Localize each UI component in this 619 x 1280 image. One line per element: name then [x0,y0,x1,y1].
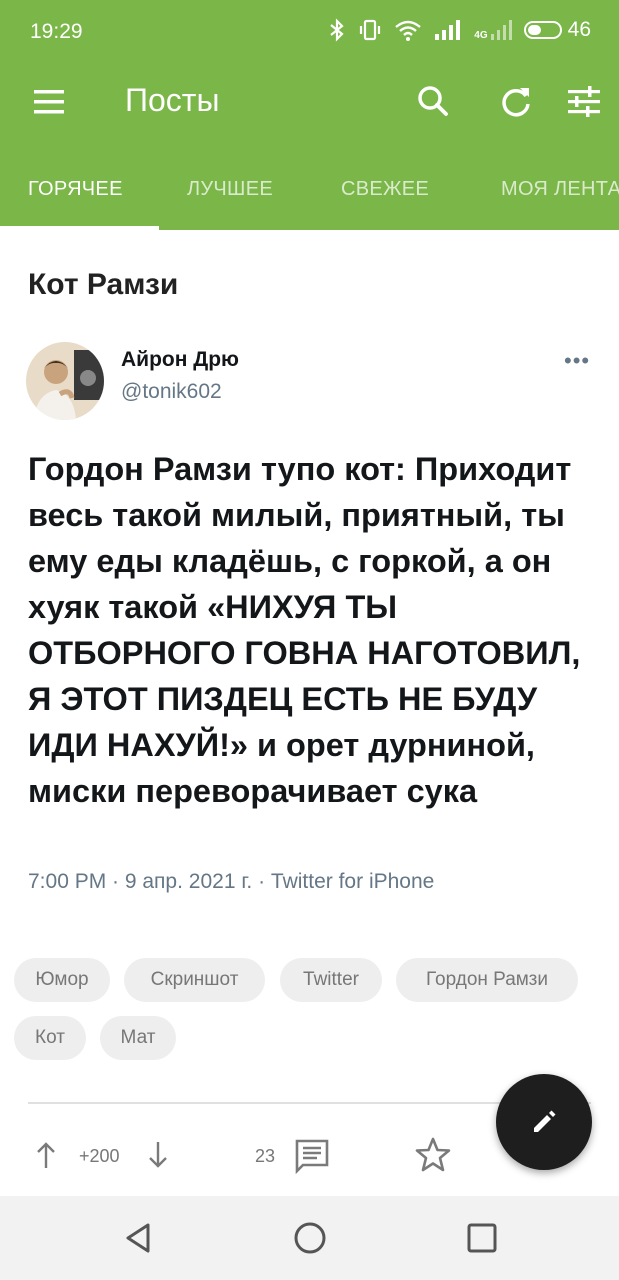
filter-icon[interactable] [564,82,604,122]
tweet-meta: 7:00 PM · 9 апр. 2021 г. · Twitter for i… [28,870,435,893]
bluetooth-icon [330,18,344,42]
system-nav-bar [0,1196,619,1280]
status-icons: 4G 46 [328,18,591,42]
tag-chip[interactable]: Гордон Рамзи [396,958,578,1002]
vibrate-icon [360,19,381,41]
tweet-author: Айрон Дрю [121,348,239,371]
avatar [26,342,104,420]
signal-icon [435,20,461,40]
active-tab-indicator [0,226,159,230]
battery-percent: 46 [567,18,591,41]
comments-icon[interactable] [294,1138,330,1174]
app-bar: Посты [0,66,619,136]
refresh-icon[interactable] [496,82,536,122]
tab-best[interactable]: ЛУЧШЕЕ [187,178,273,201]
signal-4g-bars [490,20,512,40]
back-icon[interactable] [120,1220,156,1256]
tag-chip[interactable]: Кот [14,1016,86,1060]
status-bar: 19:29 4G 46 [0,0,619,66]
tag-chip[interactable]: Twitter [280,958,382,1002]
rating-count: +200 [79,1146,120,1166]
tag-chip[interactable]: Мат [100,1016,176,1060]
tweet-handle: @tonik602 [121,380,222,403]
page-title: Посты [125,82,220,118]
battery-shell [523,21,562,39]
battery-icon: 46 [523,18,591,42]
feed-tabs: ГОРЯЧЕЕ ЛУЧШЕЕ СВЕЖЕЕ МОЯ ЛЕНТА [0,160,619,230]
recents-icon[interactable] [464,1220,500,1256]
top-app-bar: 19:29 4G 46 Посты ГОРЯЧЕЕ ЛУЧШЕЕ СВЕЖЕЕ … [0,0,619,230]
home-icon[interactable] [292,1220,328,1256]
status-time: 19:29 [30,20,83,43]
pencil-icon [534,1110,556,1132]
save-star-icon[interactable] [414,1136,452,1174]
create-post-button[interactable] [496,1074,592,1170]
search-icon[interactable] [413,82,453,122]
post-title[interactable]: Кот Рамзи [28,268,178,302]
comments-count: 23 [255,1146,276,1166]
menu-icon[interactable] [30,84,70,120]
tweet-text: Гордон Рамзи тупо кот: Приходит весь так… [28,451,581,809]
battery-fill [527,25,542,35]
more-icon: ••• [564,348,591,373]
upvote-icon[interactable] [34,1140,58,1170]
tab-hot[interactable]: ГОРЯЧЕЕ [28,178,123,201]
tag-chip[interactable]: Юмор [14,958,110,1002]
tab-fresh[interactable]: СВЕЖЕЕ [341,178,429,201]
tab-my-feed[interactable]: МОЯ ЛЕНТА [501,178,619,201]
signal-4g-icon: 4G [474,19,512,41]
tag-chip[interactable]: Скриншот [124,958,265,1002]
wifi-icon [395,20,422,41]
network-label: 4G [474,30,488,41]
downvote-icon[interactable] [146,1140,170,1170]
